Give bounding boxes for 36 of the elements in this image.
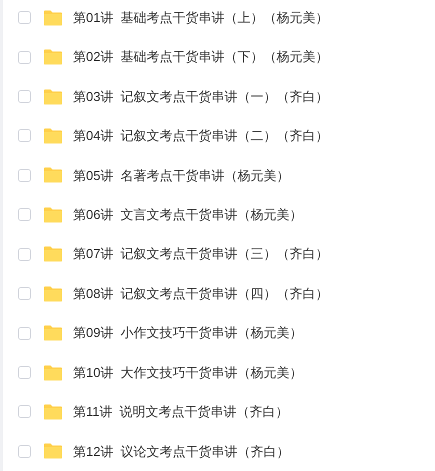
checkbox[interactable]: [18, 129, 31, 142]
checkbox[interactable]: [18, 248, 31, 261]
folder-name[interactable]: 第05讲 名著考点干货串讲（杨元美）: [73, 166, 290, 186]
folder-name[interactable]: 第06讲 文言文考点干货串讲（杨元美）: [73, 205, 303, 225]
folder-icon: [43, 364, 63, 380]
folder-icon: [43, 49, 63, 66]
folder-name[interactable]: 第04讲 记叙文考点干货串讲（二）（齐白）: [73, 126, 329, 146]
folder-icon: [43, 246, 63, 262]
checkbox[interactable]: [18, 405, 31, 418]
folder-name[interactable]: 第01讲 基础考点干货串讲（上）（杨元美）: [73, 8, 329, 28]
checkbox[interactable]: [18, 287, 31, 300]
folder-icon: [43, 88, 63, 105]
checkbox[interactable]: [18, 326, 31, 340]
folder-name[interactable]: 第12讲 议论文考点干货串讲（齐白）: [73, 442, 290, 462]
folder-name[interactable]: 第02讲 基础考点干货串讲（下）（杨元美）: [73, 47, 329, 67]
folder-name[interactable]: 第10讲 大作文技巧干货串讲（杨元美）: [73, 362, 303, 382]
checkbox[interactable]: [18, 11, 31, 24]
folder-name[interactable]: 第07讲 记叙文考点干货串讲（三）（齐白）: [73, 244, 329, 264]
folder-icon: [43, 404, 63, 420]
folder-icon: [43, 206, 63, 223]
folder-icon: [43, 128, 63, 144]
checkbox[interactable]: [18, 366, 31, 379]
folder-icon: [43, 286, 63, 302]
folder-name[interactable]: 第11讲 说明文考点干货串讲（齐白）: [73, 402, 289, 422]
folder-name[interactable]: 第08讲 记叙文考点干货串讲（四）（齐白）: [73, 284, 329, 304]
checkbox[interactable]: [18, 208, 31, 222]
folder-icon: [43, 167, 63, 184]
checkbox[interactable]: [18, 50, 31, 64]
folder-icon: [43, 10, 63, 26]
checkbox[interactable]: [18, 90, 31, 104]
folder-name[interactable]: 第09讲 小作文技巧干货串讲（杨元美）: [73, 323, 303, 343]
folder-icon: [43, 443, 63, 460]
folder-name[interactable]: 第03讲 记叙文考点干货串讲（一）（齐白）: [73, 86, 329, 106]
folder-icon: [43, 325, 63, 342]
checkbox[interactable]: [18, 444, 31, 458]
checkbox[interactable]: [18, 168, 31, 182]
